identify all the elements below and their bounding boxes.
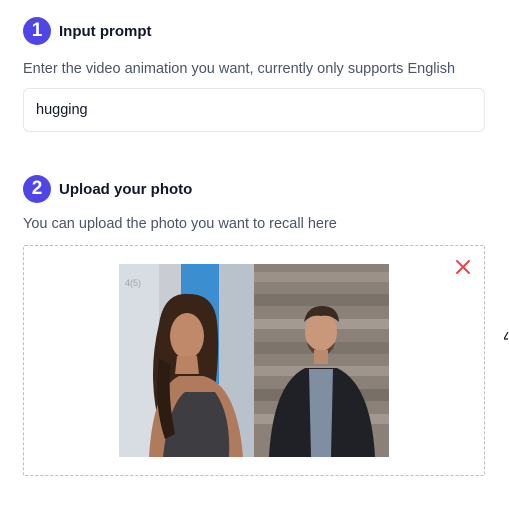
step-1-description: Enter the video animation you want, curr… [23,61,456,77]
remove-photo-button[interactable] [454,258,472,276]
step-1-header: 1 Input prompt [23,17,151,45]
close-icon [456,260,470,274]
step-2-title: Upload your photo [59,180,193,198]
photo-upload-area[interactable]: 4(5) [23,245,485,476]
uploaded-photo-preview: 4(5) [119,264,389,457]
step-2-header: 2 Upload your photo [23,175,192,203]
photo-right-man [254,264,389,457]
prompt-input[interactable] [23,88,485,132]
step-2-badge: 2 [23,175,51,203]
step-1-badge: 1 [23,17,51,45]
step-1-title: Input prompt [59,22,152,40]
photo-left-woman: 4(5) [119,264,254,457]
wall-number: 4(5) [125,278,141,288]
step-2-description: You can upload the photo you want to rec… [23,216,337,232]
partial-icon [504,332,509,340]
